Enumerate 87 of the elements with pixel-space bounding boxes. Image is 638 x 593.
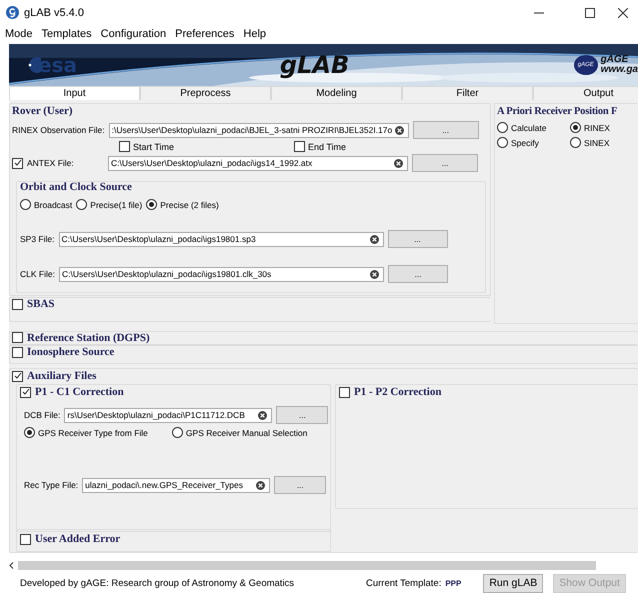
radio-button[interactable] bbox=[172, 427, 183, 438]
logo-text: gAGE bbox=[600, 55, 630, 66]
section-title: Rover (User) bbox=[12, 105, 73, 118]
file-path-field[interactable]: :\Users\User\Desktop\ulazni_podaci\BJEL_3-satni PROZIRI\BJEL352I.17o bbox=[108, 122, 409, 138]
website-url: www.ga bbox=[600, 65, 638, 76]
maximize-icon[interactable] bbox=[585, 8, 595, 18]
menu-item[interactable]: Help bbox=[243, 28, 266, 40]
field-label: SP3 File: bbox=[20, 234, 54, 244]
file-path-field[interactable]: ulazni_podaci\.new.GPS_Receiver_Types bbox=[82, 478, 270, 493]
scrollbar-thumb[interactable] bbox=[18, 560, 596, 570]
checkbox-option[interactable]: Start Time bbox=[119, 141, 290, 152]
field-label: ANTEX File: bbox=[27, 158, 75, 168]
radio-option[interactable]: Calculate bbox=[497, 122, 570, 134]
menu-item[interactable]: Configuration bbox=[100, 28, 166, 40]
template-label: Current Template: bbox=[366, 578, 442, 589]
checkbox[interactable] bbox=[12, 158, 23, 169]
checkbox[interactable] bbox=[294, 141, 305, 152]
checkbox[interactable] bbox=[12, 346, 23, 358]
menu-item[interactable]: Mode bbox=[5, 28, 33, 40]
section-title: Ionosphere Source bbox=[27, 346, 114, 358]
checkbox[interactable] bbox=[12, 332, 23, 344]
field-label: DCB File: bbox=[24, 410, 60, 420]
browse-button[interactable]: ... bbox=[412, 121, 479, 140]
credit-text: Developed by gAGE: Research group of Astronomy & Geomatics bbox=[20, 578, 296, 589]
menu-item[interactable]: Preferences bbox=[175, 28, 234, 40]
action-button[interactable]: Run gLAB bbox=[483, 574, 544, 593]
radio-option[interactable]: Precise (2 files) bbox=[146, 199, 219, 210]
field-label: RINEX Observation File: bbox=[12, 125, 105, 136]
radio-option[interactable]: GPS Receiver Manual Selection bbox=[172, 427, 308, 438]
checkbox[interactable] bbox=[20, 534, 31, 545]
radio-button[interactable] bbox=[146, 199, 158, 210]
banner-title: gLAB bbox=[280, 51, 350, 80]
radio-button[interactable] bbox=[497, 137, 508, 148]
radio-button[interactable] bbox=[570, 122, 581, 134]
radio-option[interactable]: Broadcast bbox=[20, 199, 72, 210]
tab[interactable]: Preprocess bbox=[140, 86, 271, 100]
radio-button[interactable] bbox=[497, 122, 508, 134]
window-title: gLAB v5.4.0 bbox=[24, 6, 85, 18]
radio-button[interactable] bbox=[24, 427, 35, 438]
app-icon bbox=[6, 6, 19, 19]
clear-icon[interactable] bbox=[394, 158, 403, 168]
tab[interactable]: Output bbox=[533, 86, 638, 100]
browse-button[interactable]: ... bbox=[388, 230, 448, 248]
scroll-left-icon[interactable] bbox=[9, 562, 14, 569]
section-title: Reference Station (DGPS) bbox=[27, 332, 150, 344]
close-icon[interactable] bbox=[618, 8, 628, 18]
file-path-field[interactable]: C:\Users\User\Desktop\ulazni_podaci\igs19801.sp3 bbox=[58, 232, 384, 247]
browse-button[interactable]: ... bbox=[274, 476, 326, 494]
field-label: Rec Type File: bbox=[24, 480, 78, 490]
menu-item[interactable]: Templates bbox=[42, 28, 92, 40]
checkbox-option[interactable]: End Time bbox=[294, 141, 414, 152]
clear-icon[interactable] bbox=[256, 480, 266, 490]
checkbox[interactable] bbox=[119, 141, 130, 152]
radio-option[interactable]: SINEX bbox=[570, 137, 638, 148]
radio-button[interactable] bbox=[76, 199, 88, 210]
file-path-field[interactable]: C:\Users\User\Desktop\ulazni_podaci\igs19801.clk_30s bbox=[58, 266, 384, 282]
tab[interactable]: Modeling bbox=[271, 86, 402, 100]
checkbox[interactable] bbox=[20, 386, 31, 398]
browse-button[interactable]: ... bbox=[276, 406, 328, 424]
checkbox[interactable] bbox=[12, 370, 23, 382]
template-value: PPP bbox=[445, 578, 462, 588]
section-title: Orbit and Clock Source bbox=[20, 181, 132, 194]
checkbox[interactable] bbox=[12, 298, 23, 310]
checkbox[interactable] bbox=[339, 386, 350, 398]
section-title: P1 - C1 Correction bbox=[35, 386, 124, 398]
clear-icon[interactable] bbox=[370, 234, 378, 244]
tab[interactable]: Input bbox=[9, 86, 140, 100]
browse-button[interactable]: ... bbox=[388, 265, 448, 284]
section-title: Auxiliary Files bbox=[27, 370, 96, 382]
clear-icon[interactable] bbox=[258, 410, 268, 420]
clear-icon[interactable] bbox=[394, 126, 404, 135]
tab[interactable]: Filter bbox=[402, 86, 533, 100]
radio-button[interactable] bbox=[20, 199, 31, 210]
section-title: SBAS bbox=[27, 298, 55, 310]
file-path-field[interactable]: rs\User\Desktop\ulazni_podaci\P1C11712.DCB bbox=[64, 408, 272, 423]
radio-option[interactable]: Precise(1 file) bbox=[76, 199, 142, 210]
browse-button[interactable]: ... bbox=[412, 154, 478, 172]
section-title: P1 - P2 Correction bbox=[354, 386, 442, 398]
radio-button[interactable] bbox=[570, 137, 581, 148]
section-title: A Priori Receiver Position F bbox=[497, 106, 618, 117]
radio-option[interactable]: RINEX bbox=[570, 122, 638, 134]
file-path-field[interactable]: C:\Users\User\Desktop\ulazni_podaci\igs14_1992.atx bbox=[108, 156, 408, 171]
field-label: CLK File: bbox=[20, 269, 55, 280]
section-title: User Added Error bbox=[35, 533, 120, 546]
clear-icon[interactable] bbox=[370, 270, 379, 279]
radio-option[interactable]: GPS Receiver Type from File bbox=[24, 427, 148, 438]
radio-option[interactable]: Specify bbox=[497, 137, 570, 148]
